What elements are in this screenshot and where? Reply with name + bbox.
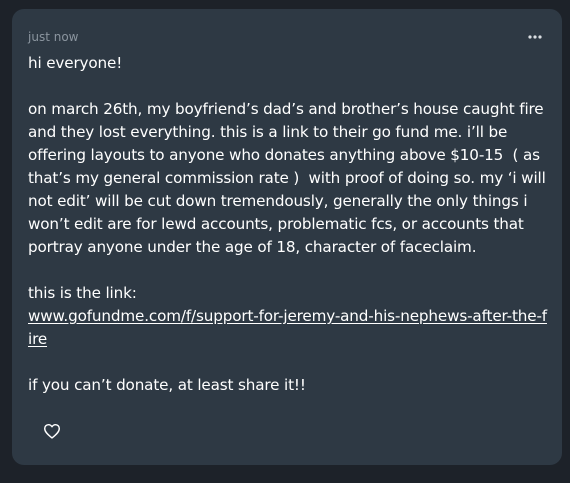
like-button[interactable]	[40, 419, 64, 443]
post-card: just now hi everyone! on march 26th, my …	[12, 9, 562, 465]
post-link-intro: this is the link:	[28, 284, 137, 302]
post-paragraph: on march 26th, my boyfriend’s dad’s and …	[28, 100, 546, 256]
post-timestamp: just now	[28, 30, 79, 44]
gofundme-link[interactable]: www.gofundme.com/f/support-for-jeremy-an…	[28, 307, 547, 348]
post-greeting: hi everyone!	[28, 54, 123, 72]
post-body: hi everyone! on march 26th, my boyfriend…	[28, 52, 548, 397]
post-closing: if you can’t donate, at least share it!!	[28, 376, 306, 394]
heart-icon	[44, 423, 60, 439]
more-dots-icon	[528, 35, 542, 39]
more-options-button[interactable]	[524, 29, 546, 45]
